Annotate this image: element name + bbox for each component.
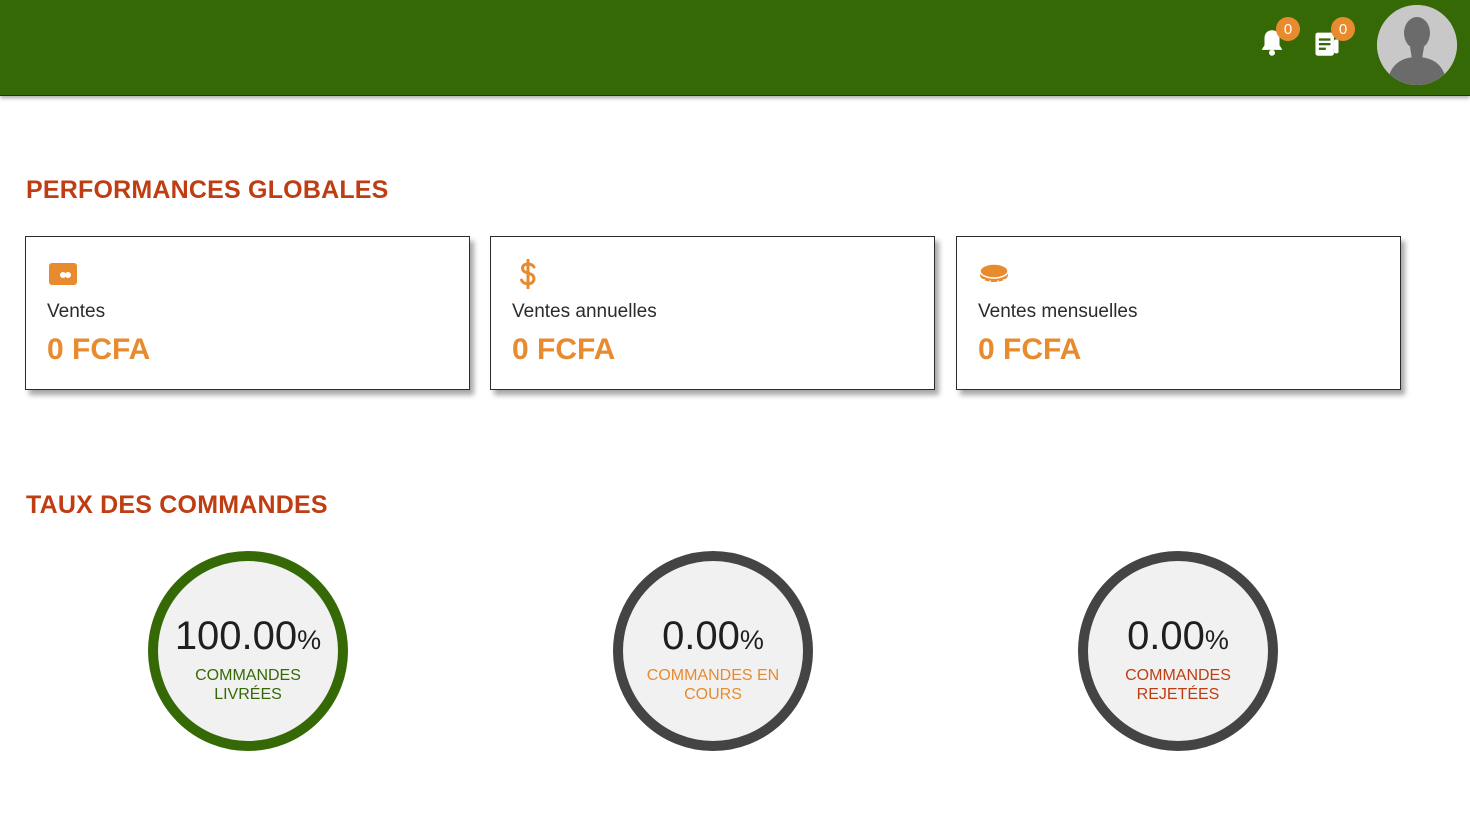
user-silhouette-icon [1377,5,1457,85]
coins-icon [979,259,1009,289]
rate-ring-livrees: 100.00% COMMANDES LIVRÉES [148,551,348,751]
stat-card-label: Ventes mensuelles [978,301,1138,322]
rate-ring-rejetees: 0.00% COMMANDES REJETÉES [1078,551,1278,751]
orders-button[interactable]: 0 [1307,17,1355,65]
section-title-performances: PERFORMANCES GLOBALES [26,176,389,204]
stat-card-ventes: Ventes 0 FCFA [25,236,470,390]
rate-label: COMMANDES LIVRÉES [195,667,301,703]
stat-card-value: 0 FCFA [512,333,616,366]
section-title-commandes: TAUX DES COMMANDES [26,491,328,519]
stat-card-ventes-mensuelles: Ventes mensuelles 0 FCFA [956,236,1401,390]
stat-card-label: Ventes annuelles [512,301,657,322]
stat-card-value: 0 FCFA [47,333,151,366]
rate-value: 0.00% [1127,614,1229,658]
user-avatar[interactable] [1377,5,1457,85]
rate-label: COMMANDES EN COURS [646,667,780,703]
stat-card-ventes-annuelles: Ventes annuelles 0 FCFA [490,236,935,390]
rate-value: 0.00% [662,614,764,658]
orders-count-badge: 0 [1331,17,1355,41]
notifications-count-badge: 0 [1276,17,1300,41]
stat-card-label: Ventes [47,301,106,322]
rate-value: 100.00% [174,614,322,658]
rate-label: COMMANDES REJETÉES [1125,667,1231,703]
stat-card-value: 0 FCFA [978,333,1082,366]
ticket-icon [48,259,78,289]
notifications-button[interactable]: 0 [1252,17,1300,65]
dollar-icon [513,259,543,289]
rate-ring-en-cours: 0.00% COMMANDES EN COURS [613,551,813,751]
top-navigation-bar: 0 0 [0,0,1470,96]
